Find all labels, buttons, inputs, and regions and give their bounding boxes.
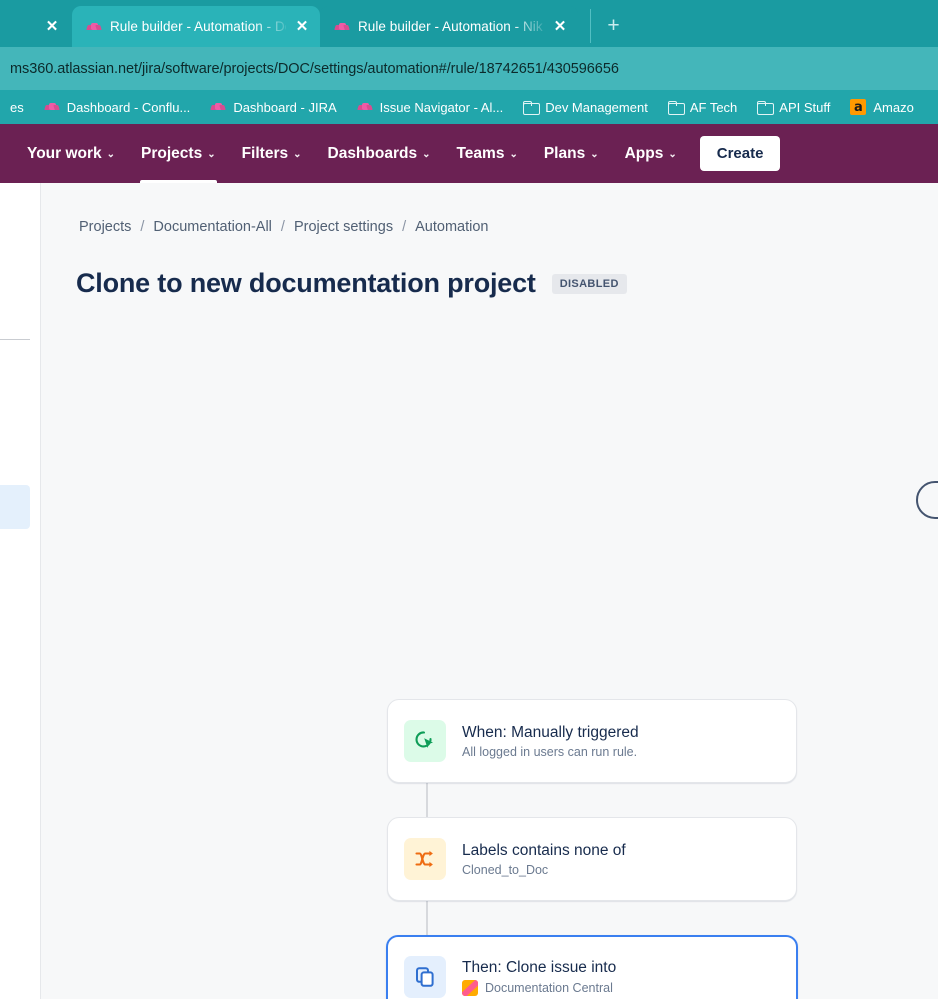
bookmark-item[interactable]: Dev Management [513,100,658,115]
chevron-down-icon: ⌄ [422,149,431,160]
folder-icon [523,101,541,115]
rule-component-subtitle: Documentation Central [462,979,616,996]
page-body: Projects / Documentation-All / Project s… [0,183,938,999]
chevron-down-icon: ⌄ [590,149,599,160]
nav-item-label: Projects [141,144,203,162]
bookmark-label: Dashboard - JIRA [233,99,337,115]
breadcrumb-projects[interactable]: Projects [79,219,131,235]
rule-component-text: When: Manually triggered All logged in u… [462,724,639,759]
jira-icon [43,99,60,115]
jira-icon [334,19,350,35]
new-tab-button[interactable]: + [590,9,624,43]
bookmark-label: AF Tech [689,99,738,115]
breadcrumb-separator: / [280,219,285,235]
close-icon[interactable]: ✕ [44,19,60,35]
rule-component-subtitle-text: Documentation Central [485,980,613,995]
browser-tab-strip: ✕ Rule builder - Automation - Do ✕ Rule … [0,0,938,47]
header-action-button[interactable] [916,481,938,519]
jira-icon [210,99,227,115]
nav-item-label: Apps [624,144,664,162]
nav-item-label: Your work [27,144,102,162]
chevron-down-icon: ⌄ [293,149,302,160]
rule-component-subtitle: Cloned_to_Doc [462,863,626,877]
sidebar-divider [0,339,30,340]
bookmark-item[interactable]: Dashboard - Conflu... [34,99,201,115]
chevron-down-icon: ⌄ [106,149,116,160]
sidebar-item-selected[interactable] [0,485,30,529]
nav-item-projects[interactable]: Projects ⌄ [128,124,229,183]
nav-item-label: Dashboards [327,144,418,162]
create-button[interactable]: Create [699,136,781,171]
breadcrumb: Projects / Documentation-All / Project s… [41,183,938,235]
bookmark-label: Dashboard - Conflu... [66,99,191,115]
nav-item-label: Teams [456,144,505,162]
nav-item-your-work[interactable]: Your work ⌄ [14,124,128,183]
page-title: Clone to new documentation project [76,268,536,298]
nav-item-plans[interactable]: Plans ⌄ [531,124,612,183]
rule-component-subtitle-text: Cloned_to_Doc [462,862,549,877]
rule-component-subtitle: All logged in users can run rule. [462,745,639,759]
folder-icon [667,101,685,115]
nav-item-label: Filters [241,144,289,162]
bookmark-label: Amazo [873,99,914,115]
chevron-down-icon: ⌄ [207,149,216,160]
breadcrumb-automation[interactable]: Automation [415,219,488,235]
chevron-down-icon: ⌄ [509,149,518,160]
chevron-down-icon: ⌄ [668,149,677,160]
branch-shuffle-icon [404,838,446,880]
breadcrumb-documentation-all[interactable]: Documentation-All [153,219,271,235]
project-sidebar [0,183,41,999]
rule-component-subtitle-text: All logged in users can run rule. [462,744,638,759]
url-text: ms360.atlassian.net/jira/software/projec… [10,60,619,77]
bookmark-item[interactable]: API Stuff [747,100,840,115]
nav-item-filters[interactable]: Filters ⌄ [229,124,315,183]
close-icon[interactable]: ✕ [552,19,568,35]
bookmark-item[interactable]: AF Tech [658,100,747,115]
project-avatar-icon [462,979,478,996]
nav-item-apps[interactable]: Apps ⌄ [612,124,690,183]
browser-address-bar[interactable]: ms360.atlassian.net/jira/software/projec… [0,47,938,90]
cursor-click-icon [404,720,446,762]
main-content: Projects / Documentation-All / Project s… [41,183,938,999]
bookmark-item[interactable]: Issue Navigator - Al... [347,99,514,115]
rule-component-title: Labels contains none of [462,841,626,859]
rule-component-text: Labels contains none of Cloned_to_Doc [462,842,626,877]
breadcrumb-separator: / [402,219,407,235]
bookmark-label: Issue Navigator - Al... [379,99,504,115]
jira-global-nav: Your work ⌄ Projects ⌄ Filters ⌄ Dashboa… [0,124,938,183]
browser-tab-partial[interactable]: ✕ [0,6,72,47]
breadcrumb-separator: / [140,219,145,235]
rule-component-title: Then: Clone issue into [462,958,617,976]
nav-item-label: Plans [543,144,586,162]
bookmark-item[interactable]: a Amazo [840,99,923,115]
browser-tab-active[interactable]: Rule builder - Automation - Do ✕ [72,6,320,47]
nav-item-dashboards[interactable]: Dashboards ⌄ [315,124,444,183]
bookmarks-bar: es Dashboard - Conflu... Dashboard - JIR… [0,90,938,124]
jira-icon [86,19,102,35]
rule-component-trigger[interactable]: When: Manually triggered All logged in u… [387,699,797,783]
bookmark-label: API Stuff [779,99,831,115]
browser-tab-secondary[interactable]: Rule builder - Automation - Nik ✕ [320,6,578,47]
status-badge: DISABLED [551,273,627,294]
browser-chrome: ✕ Rule builder - Automation - Do ✕ Rule … [0,0,938,124]
copy-icon [404,956,446,998]
jira-icon [356,99,373,115]
browser-tab-title: Rule builder - Automation - Nik [358,19,543,34]
rule-component-title: When: Manually triggered [462,723,639,741]
bookmark-item[interactable]: Dashboard - JIRA [200,99,346,115]
close-icon[interactable]: ✕ [294,19,310,35]
amazon-icon: a [850,99,867,115]
nav-item-teams[interactable]: Teams ⌄ [443,124,530,183]
bookmark-label: es [10,99,24,115]
bookmark-label: Dev Management [545,99,648,115]
folder-icon [757,101,775,115]
rule-component-condition[interactable]: Labels contains none of Cloned_to_Doc [387,817,797,901]
browser-tab-title: Rule builder - Automation - Do [110,19,286,34]
page-header: Clone to new documentation project DISAB… [41,235,938,299]
bookmark-item[interactable]: es [0,100,34,115]
rule-component-action-clone[interactable]: Then: Clone issue into Documentation Cen… [386,935,798,999]
breadcrumb-project-settings[interactable]: Project settings [294,219,393,235]
rule-component-text: Then: Clone issue into Documentation Cen… [462,959,616,996]
